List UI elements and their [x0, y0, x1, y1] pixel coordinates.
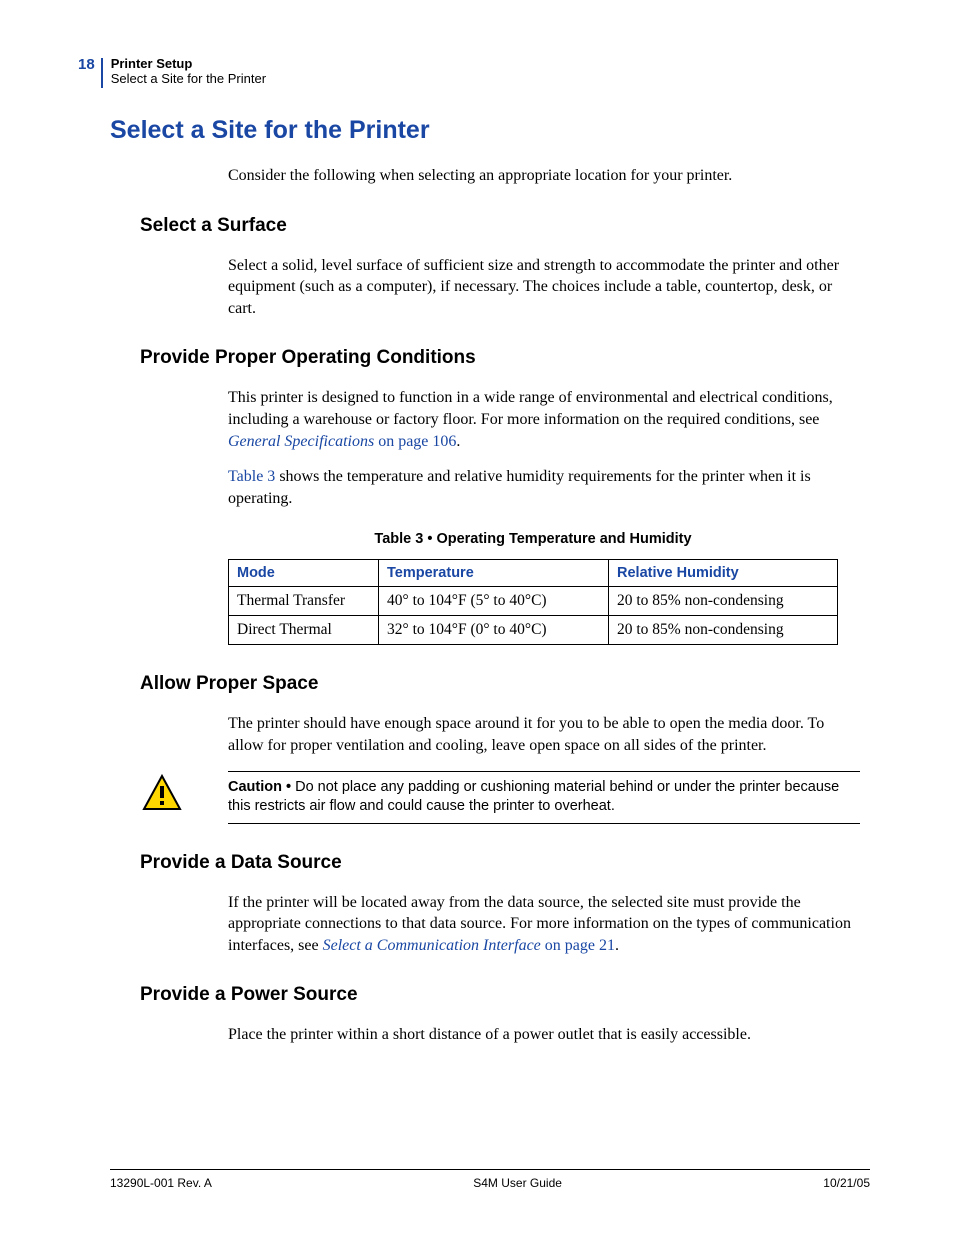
col-temperature: Temperature [379, 560, 609, 587]
page-footer: 13290L-001 Rev. A S4M User Guide 10/21/0… [110, 1169, 870, 1190]
cell-temp: 32° to 104°F (0° to 40°C) [379, 616, 609, 645]
subsection-space-heading: Allow Proper Space [140, 673, 870, 695]
conditions-body-prefix: This printer is designed to function in … [228, 389, 833, 428]
footer-left: 13290L-001 Rev. A [110, 1176, 212, 1190]
subsection-data-source-heading: Provide a Data Source [140, 852, 870, 874]
header-divider [101, 58, 103, 88]
subsection-space-body: The printer should have enough space aro… [228, 713, 860, 756]
col-humidity: Relative Humidity [609, 560, 838, 587]
subsection-surface-body: Select a solid, level surface of suffici… [228, 255, 860, 320]
subsection-conditions-body2: Table 3 shows the temperature and relati… [228, 466, 860, 509]
data-source-suffix: . [615, 937, 619, 954]
table-row: Direct Thermal 32° to 104°F (0° to 40°C)… [229, 616, 838, 645]
col-mode: Mode [229, 560, 379, 587]
header-section: Select a Site for the Printer [111, 71, 266, 86]
intro-paragraph: Consider the following when selecting an… [228, 165, 860, 187]
general-specs-page[interactable]: on page 106 [374, 433, 456, 450]
caution-text-container: Caution • Do not place any padding or cu… [228, 771, 860, 824]
section-title: Select a Site for the Printer [110, 116, 870, 145]
page-header: 18 Printer Setup Select a Site for the P… [78, 56, 266, 88]
table-header-row: Mode Temperature Relative Humidity [229, 560, 838, 587]
page-number: 18 [78, 56, 95, 73]
table-row: Thermal Transfer 40° to 104°F (5° to 40°… [229, 587, 838, 616]
conditions-para2-rest: shows the temperature and relative humid… [228, 468, 811, 507]
footer-right: 10/21/05 [823, 1176, 870, 1190]
general-specs-link[interactable]: General Specifications [228, 433, 374, 450]
cell-mode: Thermal Transfer [229, 587, 379, 616]
subsection-power-body: Place the printer within a short distanc… [228, 1024, 860, 1046]
cell-temp: 40° to 104°F (5° to 40°C) [379, 587, 609, 616]
comm-interface-page[interactable]: on page 21 [541, 937, 615, 954]
operating-conditions-table: Mode Temperature Relative Humidity Therm… [228, 559, 838, 645]
footer-center: S4M User Guide [473, 1176, 562, 1190]
header-chapter: Printer Setup [111, 56, 266, 71]
subsection-data-source-body: If the printer will be located away from… [228, 892, 860, 957]
table3-ref-link[interactable]: Table 3 [228, 468, 275, 485]
subsection-conditions-body1: This printer is designed to function in … [228, 387, 860, 452]
cell-humidity: 20 to 85% non-condensing [609, 616, 838, 645]
subsection-surface-heading: Select a Surface [140, 215, 870, 237]
subsection-power-heading: Provide a Power Source [140, 984, 870, 1006]
caution-body: Do not place any padding or cushioning m… [228, 779, 839, 815]
comm-interface-link[interactable]: Select a Communication Interface [323, 937, 541, 954]
table-caption: Table 3 • Operating Temperature and Humi… [228, 531, 838, 547]
subsection-conditions-heading: Provide Proper Operating Conditions [140, 347, 870, 369]
conditions-body-suffix: . [456, 433, 460, 450]
cell-mode: Direct Thermal [229, 616, 379, 645]
caution-block: Caution • Do not place any padding or cu… [142, 771, 860, 824]
caution-label: Caution • [228, 779, 295, 795]
header-text: Printer Setup Select a Site for the Prin… [111, 56, 266, 86]
caution-icon [142, 773, 182, 813]
cell-humidity: 20 to 85% non-condensing [609, 587, 838, 616]
content-area: Select a Site for the Printer Consider t… [110, 116, 870, 1060]
caution-text: Caution • Do not place any padding or cu… [228, 778, 860, 817]
